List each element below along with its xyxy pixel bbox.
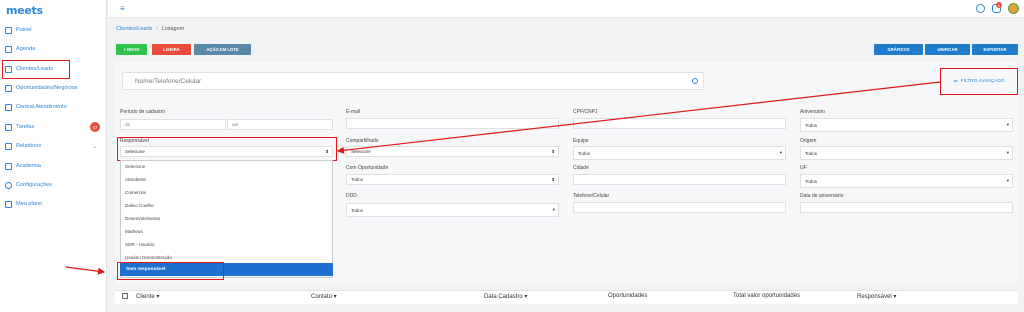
column-contato[interactable]: Contato ▾: [311, 293, 337, 300]
annotation-arrow-sem-responsavel: [65, 266, 106, 275]
annotation-arrow-filtro: [336, 81, 941, 154]
column-label: Cliente: [136, 294, 155, 300]
column-label: Contato: [311, 294, 333, 300]
column-label: Data Cadastro: [484, 294, 523, 300]
select-all-checkbox[interactable]: [122, 293, 128, 299]
column-oportunidades: Oportunidades: [608, 293, 648, 299]
column-cliente[interactable]: Cliente ▾: [136, 293, 159, 300]
column-data-cadastro[interactable]: Data Cadastro ▾: [484, 293, 527, 300]
column-total-valor: Total valor oportunidades: [733, 293, 801, 299]
column-label: Responsável: [857, 294, 892, 300]
column-responsavel[interactable]: Responsável ▾: [857, 293, 896, 300]
annotation-arrows: [65, 81, 941, 275]
